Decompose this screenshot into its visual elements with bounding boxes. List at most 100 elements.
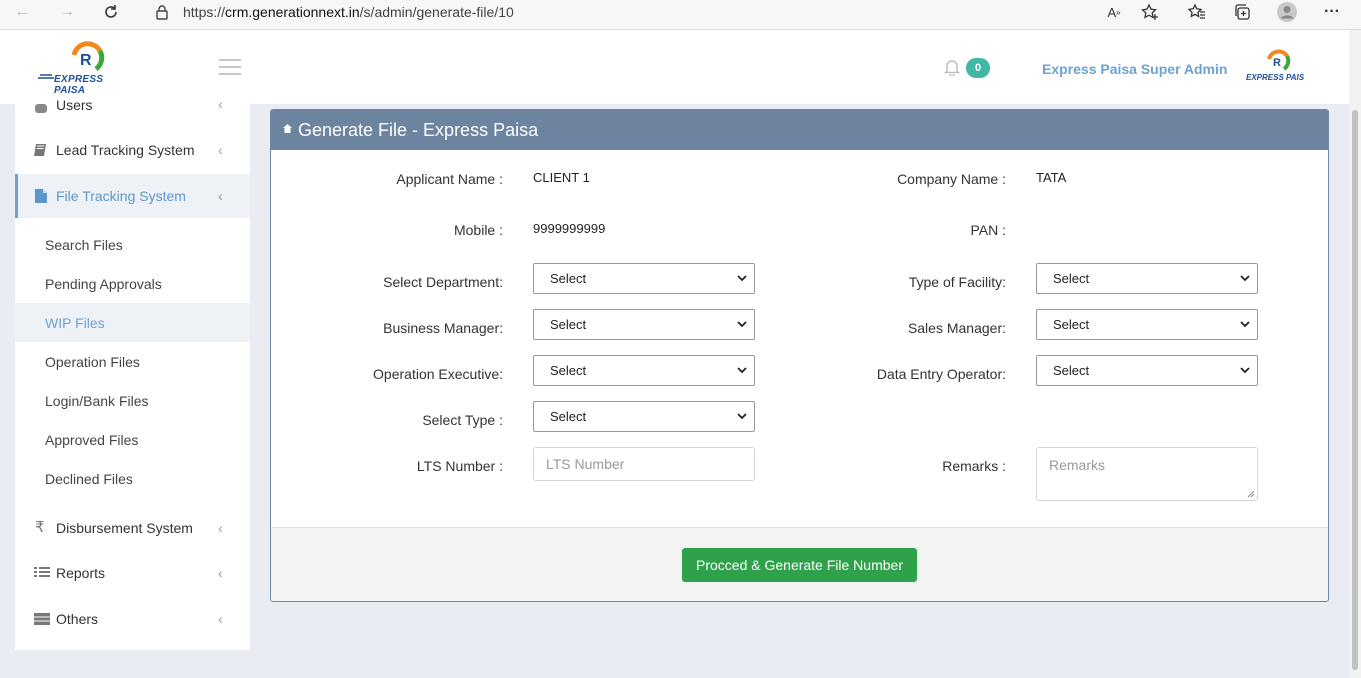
sidebar-item-reports[interactable]: Reports ‹ [15,551,250,595]
chevron-down-icon [1240,321,1250,328]
remarks-placeholder: Remarks [1049,457,1106,473]
submenu-item-pending-approvals[interactable]: Pending Approvals [15,264,250,303]
file-icon [33,188,49,204]
submenu-item-declined-files[interactable]: Declined Files [15,459,250,498]
url-host: crm.generationnext.in [225,4,360,20]
url-path: /s/admin/generate-file/10 [359,4,514,20]
reload-icon[interactable] [99,0,123,24]
forward-icon[interactable]: → [55,0,79,24]
type-of-facility-label: Type of Facility: [908,274,1006,290]
page-scrollbar[interactable] [1349,30,1361,678]
chevron-down-icon [737,321,747,328]
operation-executive-select-value: Select [550,363,587,378]
sidebar-item-disbursement[interactable]: ₹ Disbursement System ‹ [15,506,250,550]
menu-toggle-button[interactable] [219,59,241,75]
generate-file-panel: Generate File - Express Paisa Applicant … [270,109,1329,602]
mobile-value: 9999999999 [533,221,606,236]
submenu-item-wip-files[interactable]: WIP Files [15,303,250,342]
sidebar-item-users[interactable]: Users ‹ [15,82,250,126]
company-name-value: TATA [1036,170,1067,185]
sidebar: Users ‹ Lead Tracking System ‹ File Trac… [15,96,250,650]
data-entry-operator-label: Data Entry Operator: [876,366,1006,382]
chevron-down-icon [1240,367,1250,374]
collections-icon[interactable] [1230,0,1254,24]
chevron-left-icon: ‹ [218,96,223,112]
sales-manager-select[interactable]: Select [1036,309,1258,340]
more-options-icon[interactable]: ··· [1320,0,1344,24]
department-select-value: Select [550,271,587,286]
admin-user-name[interactable]: Express Paisa Super Admin [1042,61,1227,77]
data-entry-operator-select[interactable]: Select [1036,355,1258,386]
sidebar-item-label: Others [56,611,99,627]
company-name-label: Company Name : [897,171,1006,187]
chevron-down-icon [737,275,747,282]
facility-select-value: Select [1053,271,1090,286]
mobile-label: Mobile : [453,222,503,238]
generate-file-number-button[interactable]: Procced & Generate File Number [682,548,917,582]
chevron-left-icon: ‹ [218,565,223,581]
address-bar[interactable]: https://crm.generationnext.in/s/admin/ge… [140,0,1170,24]
remarks-textarea[interactable]: Remarks [1036,447,1258,501]
submenu-item-search-files[interactable]: Search Files [15,225,250,264]
rupee-icon: ₹ [35,519,45,536]
back-icon[interactable]: ← [10,0,34,24]
bell-icon[interactable] [943,58,961,77]
applicant-name-value: CLIENT 1 [533,170,590,185]
business-manager-select-value: Select [550,317,587,332]
user-avatar-text: EXPRESS PAIS [1246,73,1305,82]
browser-toolbar: ← → https://crm.generationnext.in/s/admi… [0,0,1361,30]
business-manager-label: Business Manager: [383,320,503,336]
panel-title: Generate File - Express Paisa [298,119,539,140]
add-favorite-icon[interactable] [1138,0,1162,24]
sidebar-item-label: Lead Tracking System [56,142,195,158]
url-text: https://crm.generationnext.in/s/admin/ge… [183,4,514,20]
profile-avatar-icon[interactable] [1275,0,1299,24]
read-aloud-icon[interactable]: A» [1102,0,1126,24]
submenu-item-login-bank-files[interactable]: Login/Bank Files [15,381,250,420]
sidebar-item-label: Users [56,97,93,113]
remarks-label: Remarks : [942,458,1006,474]
sales-manager-label: Sales Manager: [907,320,1006,336]
sidebar-item-label: Disbursement System [56,520,193,536]
lock-icon [150,0,174,24]
department-select[interactable]: Select [533,263,755,294]
chevron-left-icon: ‹ [218,142,223,158]
panel-header: Generate File - Express Paisa [271,110,1328,150]
scrollbar-thumb[interactable] [1352,110,1358,670]
chevron-down-icon [737,413,747,420]
chevron-left-icon: ‹ [218,611,223,627]
svg-text:R: R [1273,57,1281,69]
sidebar-item-label: Reports [56,565,106,581]
sidebar-item-file-tracking[interactable]: File Tracking System ‹ [15,174,250,218]
url-prefix: https:// [183,4,226,20]
sales-manager-select-value: Select [1053,317,1090,332]
sidebar-item-lead-tracking[interactable]: Lead Tracking System ‹ [15,128,250,172]
resize-grip-icon [1247,490,1255,498]
lts-number-label: LTS Number : [416,458,503,474]
list-icon [33,565,50,581]
facility-select[interactable]: Select [1036,263,1258,294]
chevron-left-icon: ‹ [218,520,223,536]
select-type-select[interactable]: Select [533,401,755,432]
submenu-item-approved-files[interactable]: Approved Files [15,420,250,459]
chevron-down-icon [1240,275,1250,282]
operation-executive-select[interactable]: Select [533,355,755,386]
pan-label: PAN : [970,222,1006,238]
submenu-item-operation-files[interactable]: Operation Files [15,342,250,381]
lts-number-input[interactable]: LTS Number [533,447,755,481]
data-entry-operator-select-value: Select [1053,363,1090,378]
panel-footer: Procced & Generate File Number [271,527,1328,601]
book-icon [33,142,49,158]
select-type-select-value: Select [550,409,587,424]
business-manager-select[interactable]: Select [533,309,755,340]
notification-count-badge[interactable]: 0 [966,58,990,78]
applicant-name-label: Applicant Name : [396,171,503,187]
favorites-icon[interactable] [1185,0,1209,24]
table-icon [33,611,50,627]
select-type-label: Select Type : [422,412,503,428]
sidebar-item-others[interactable]: Others ‹ [15,597,250,641]
chevron-down-icon [737,367,747,374]
operation-executive-label: Operation Executive: [373,366,503,382]
user-icon [33,98,49,114]
home-icon [282,123,293,137]
